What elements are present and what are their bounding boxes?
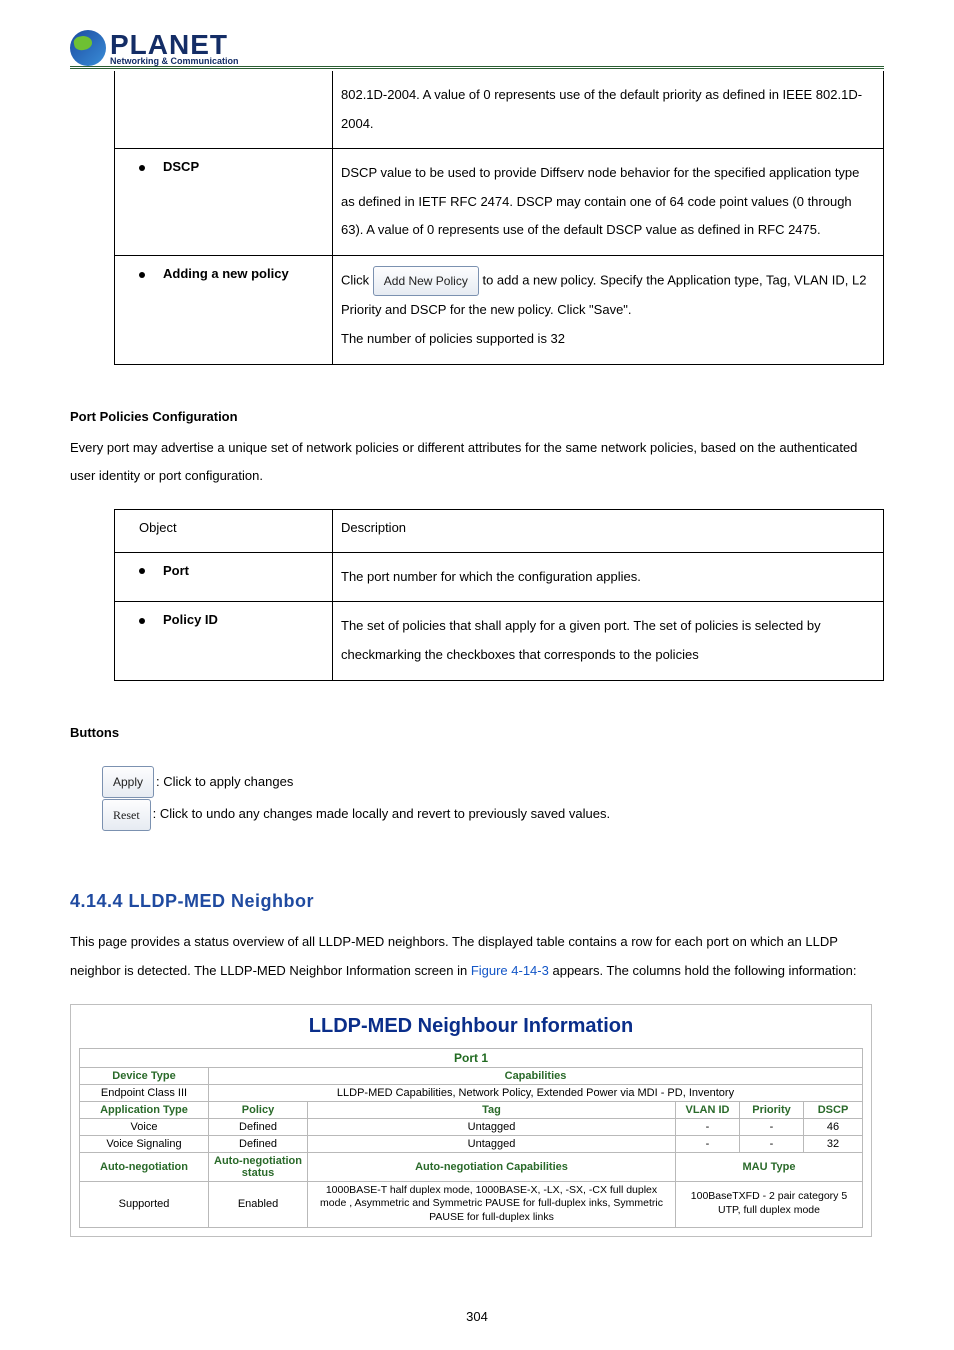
apply-desc: : Click to apply changes — [156, 774, 293, 789]
autoneg-status-val: Enabled — [209, 1181, 308, 1227]
t2-header-object: Object — [115, 509, 333, 552]
t2-row-policyid-desc: The set of policies that shall apply for… — [333, 602, 884, 680]
h-vlan: VLAN ID — [676, 1101, 740, 1118]
bullet-icon — [139, 165, 145, 171]
cell-priority: - — [740, 1118, 804, 1135]
port-policies-intro: Every port may advertise a unique set of… — [70, 434, 884, 491]
cell-policy: Defined — [209, 1135, 308, 1152]
buttons-heading: Buttons — [70, 725, 884, 740]
h-tag: Tag — [308, 1101, 676, 1118]
cell-vlan: - — [676, 1118, 740, 1135]
row-dscp-desc: DSCP value to be used to provide Diffser… — [333, 149, 884, 256]
policy-definition-table: 802.1D-2004. A value of 0 represents use… — [114, 71, 884, 365]
h-autoneg-caps: Auto-negotiation Capabilities — [308, 1152, 676, 1181]
t2-header-description: Description — [333, 509, 884, 552]
header-divider — [70, 66, 884, 69]
neigh-title: LLDP-MED Neighbour Information — [79, 1015, 863, 1038]
cell-policy: Defined — [209, 1118, 308, 1135]
apply-button[interactable]: Apply — [102, 766, 154, 799]
planet-globe-icon — [70, 30, 106, 66]
h-dscp: DSCP — [804, 1101, 863, 1118]
section-intro-b: appears. The columns hold the following … — [552, 963, 856, 978]
h-autoneg-status: Auto-negotiation status — [209, 1152, 308, 1181]
neigh-port: Port 1 — [80, 1048, 863, 1067]
h-mau: MAU Type — [676, 1152, 863, 1181]
logo: PLANET Networking & Communication — [70, 30, 884, 69]
h-policy: Policy — [209, 1101, 308, 1118]
port-policies-heading: Port Policies Configuration — [70, 409, 884, 424]
cell-dscp: 46 — [804, 1118, 863, 1135]
h-priority: Priority — [740, 1101, 804, 1118]
t2-row-port-label: Port — [163, 563, 189, 578]
row-priority-desc: 802.1D-2004. A value of 0 represents use… — [333, 71, 884, 149]
autoneg-caps-val: 1000BASE-T half duplex mode, 1000BASE-X,… — [308, 1181, 676, 1227]
lldp-med-neighbour-panel: LLDP-MED Neighbour Information Port 1 De… — [70, 1004, 872, 1237]
table-row: Voice Defined Untagged - - 46 — [80, 1118, 863, 1135]
logo-brand: PLANET — [110, 31, 239, 59]
t2-row-policyid-label: Policy ID — [163, 612, 218, 627]
section-lldp-med-heading: 4.14.4 LLDP-MED Neighbor — [70, 891, 884, 912]
h-autoneg: Auto-negotiation — [80, 1152, 209, 1181]
table-row: Voice Signaling Defined Untagged - - 32 — [80, 1135, 863, 1152]
click-text: Click — [341, 273, 373, 288]
policy-count-text: The number of policies supported is 32 — [341, 331, 565, 346]
bullet-icon — [139, 568, 145, 574]
cell-vlan: - — [676, 1135, 740, 1152]
capabilities-val: LLDP-MED Capabilities, Network Policy, E… — [209, 1084, 863, 1101]
t2-row-port-desc: The port number for which the configurat… — [333, 552, 884, 602]
row-dscp-label: DSCP — [163, 159, 199, 174]
device-type-val: Endpoint Class III — [80, 1084, 209, 1101]
figure-link[interactable]: Figure 4-14-3 — [471, 963, 549, 978]
logo-tagline: Networking & Communication — [110, 57, 239, 66]
row-addpolicy-label: Adding a new policy — [163, 266, 289, 281]
port-policies-table: Object Description Port The port number … — [114, 509, 884, 681]
bullet-icon — [139, 272, 145, 278]
reset-button[interactable]: Reset — [102, 799, 151, 832]
h-device-type: Device Type — [80, 1067, 209, 1084]
bullet-icon — [139, 618, 145, 624]
reset-desc: : Click to undo any changes made locally… — [153, 806, 610, 821]
h-capabilities: Capabilities — [209, 1067, 863, 1084]
cell-tag: Untagged — [308, 1135, 676, 1152]
autoneg-val: Supported — [80, 1181, 209, 1227]
cell-apptype: Voice — [80, 1118, 209, 1135]
cell-priority: - — [740, 1135, 804, 1152]
lldp-med-neighbour-table: Port 1 Device Type Capabilities Endpoint… — [79, 1048, 863, 1228]
cell-tag: Untagged — [308, 1118, 676, 1135]
page-number: 304 — [0, 1309, 954, 1324]
cell-dscp: 32 — [804, 1135, 863, 1152]
mau-val: 100BaseTXFD - 2 pair category 5 UTP, ful… — [676, 1181, 863, 1227]
add-new-policy-button[interactable]: Add New Policy — [373, 266, 479, 296]
h-apptype: Application Type — [80, 1101, 209, 1118]
cell-apptype: Voice Signaling — [80, 1135, 209, 1152]
